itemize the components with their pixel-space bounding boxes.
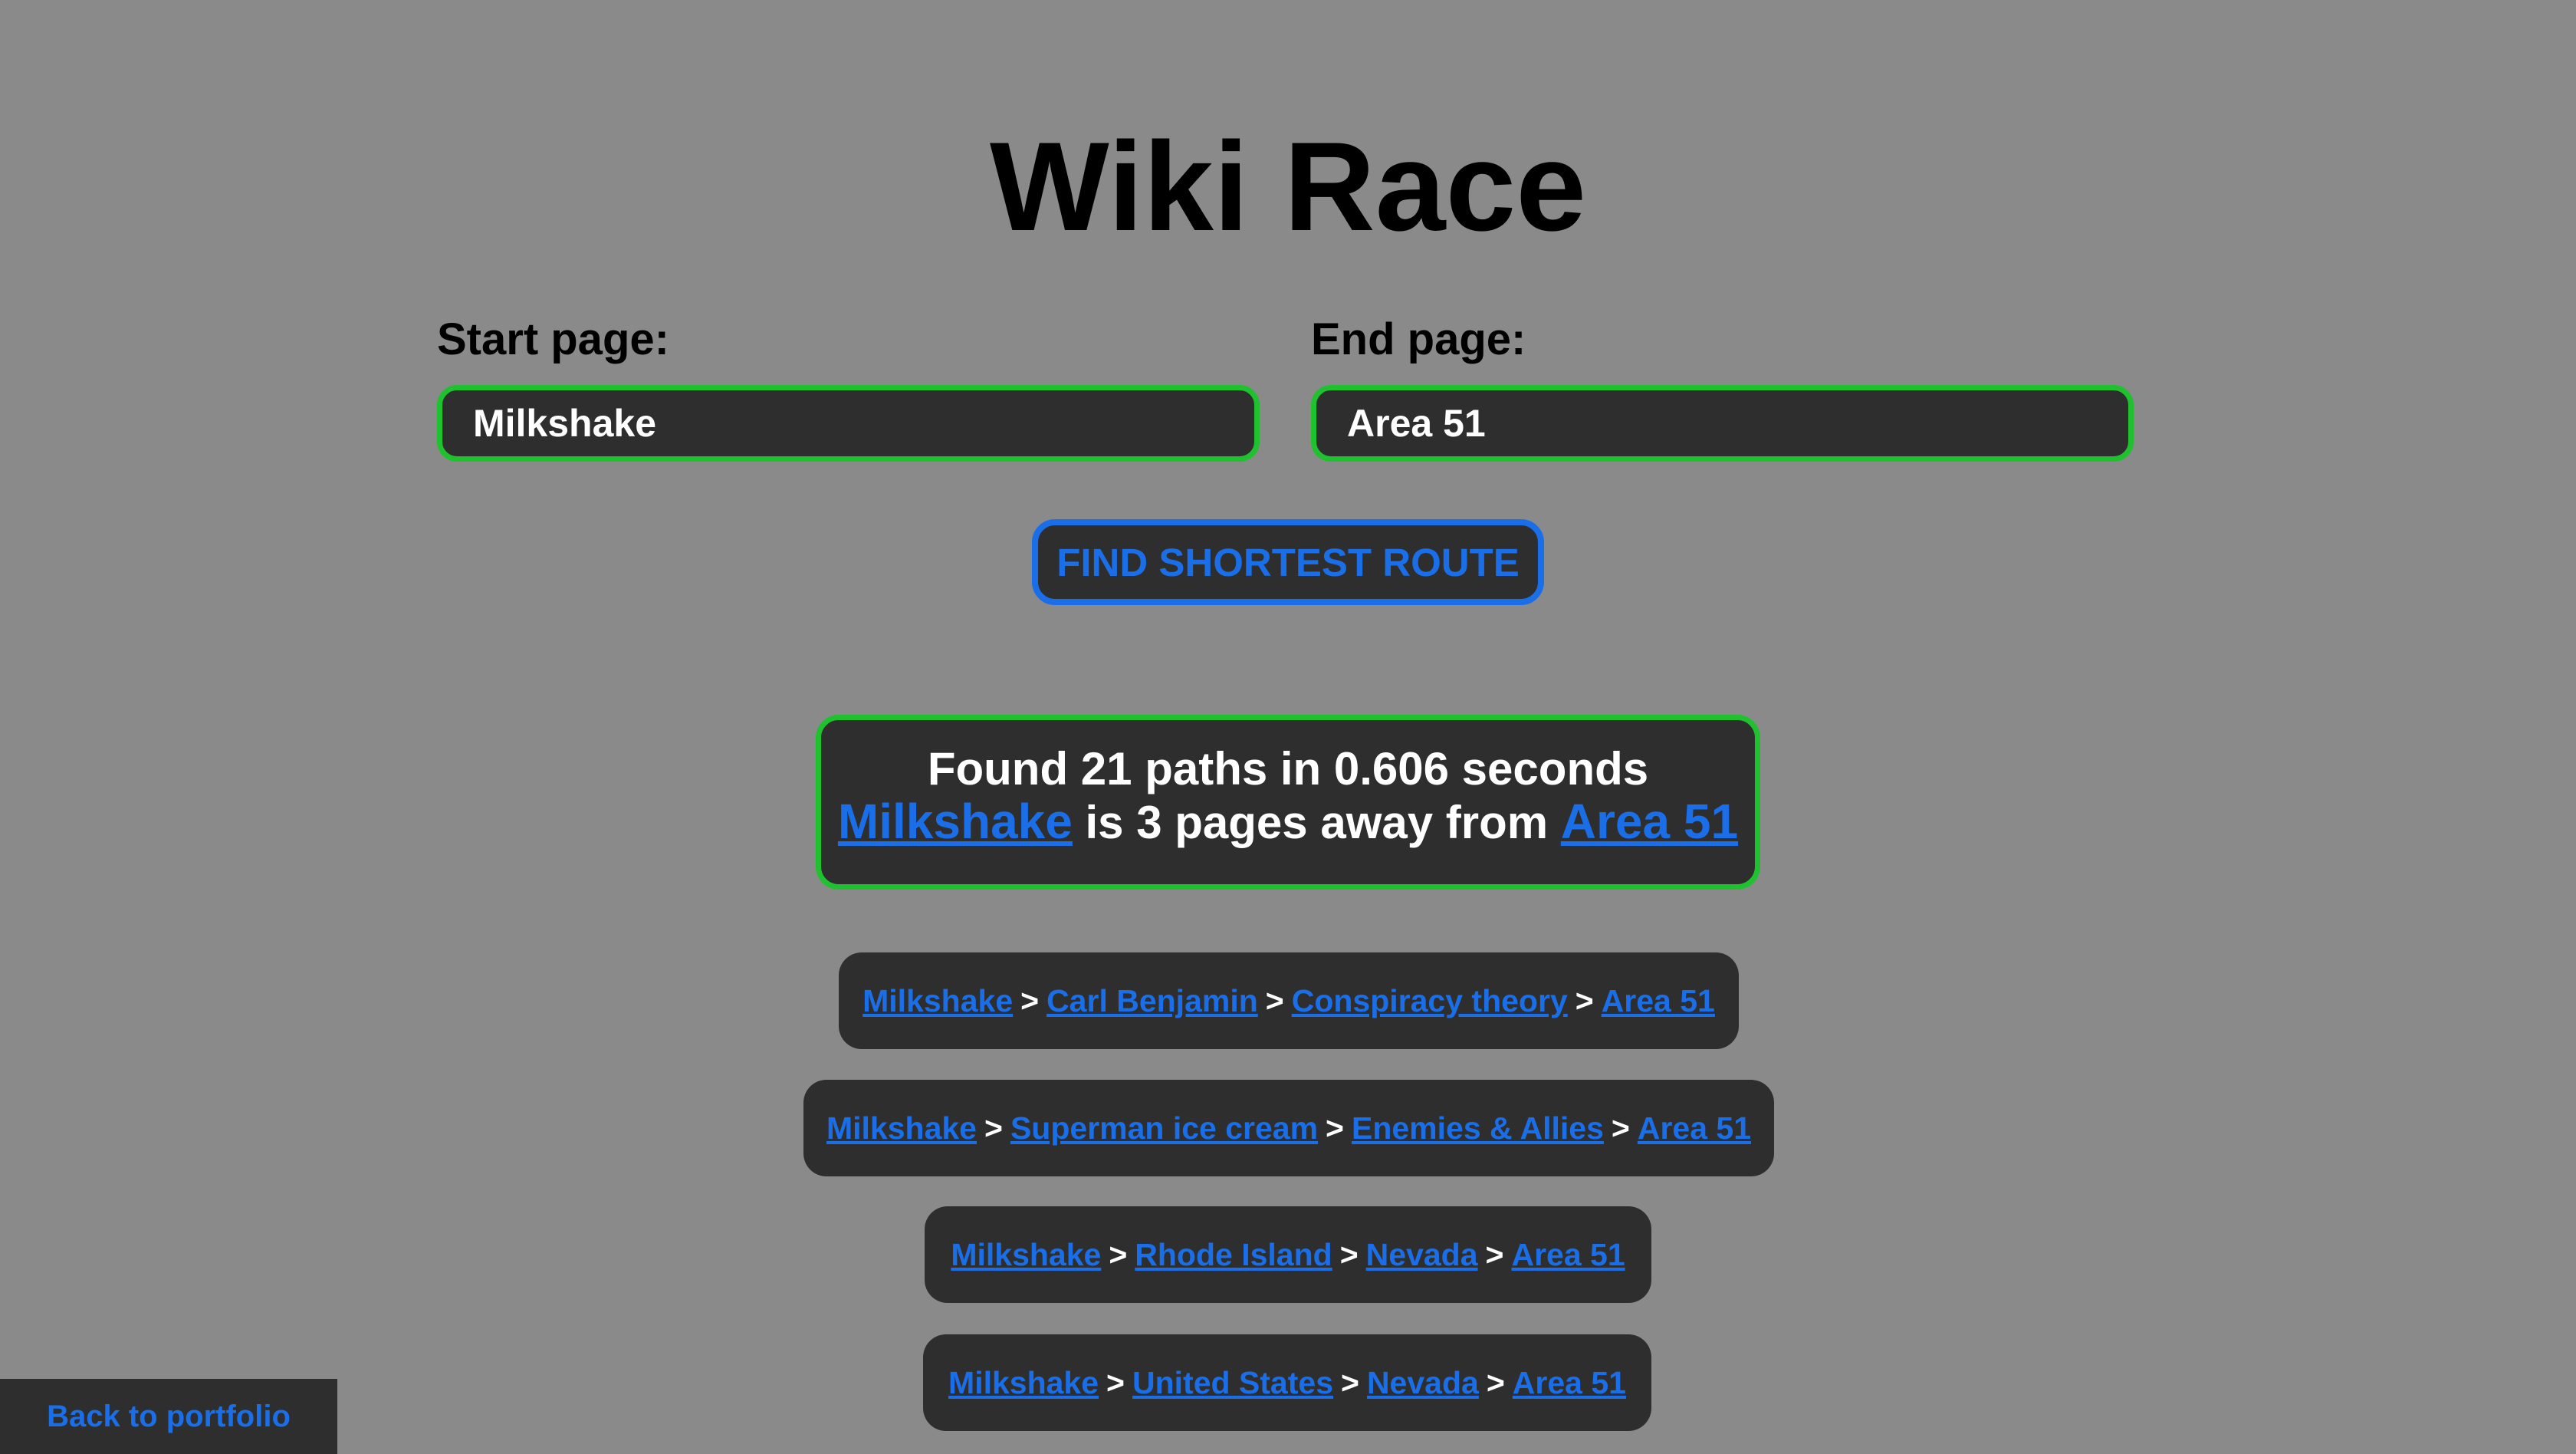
path-link[interactable]: Enemies & Allies xyxy=(1352,1110,1604,1146)
path-link[interactable]: United States xyxy=(1132,1365,1333,1400)
result-distance-text: is 3 pages away from xyxy=(1085,797,1549,848)
path-link[interactable]: Nevada xyxy=(1367,1365,1479,1400)
path-separator: > xyxy=(1106,1365,1125,1400)
back-to-portfolio-link[interactable]: Back to portfolio xyxy=(0,1379,337,1454)
start-page-label: Start page: xyxy=(437,314,669,364)
path-link[interactable]: Carl Benjamin xyxy=(1046,983,1258,1018)
path-link[interactable]: Area 51 xyxy=(1513,1365,1626,1400)
path-separator: > xyxy=(984,1110,1003,1146)
path-link[interactable]: Milkshake xyxy=(826,1110,977,1146)
path-link[interactable]: Nevada xyxy=(1366,1237,1478,1272)
path-link[interactable]: Milkshake xyxy=(948,1365,1099,1400)
path-separator: > xyxy=(1485,1237,1504,1272)
path-link[interactable]: Milkshake xyxy=(951,1237,1101,1272)
end-page-input[interactable] xyxy=(1311,385,2134,462)
result-end-link[interactable]: Area 51 xyxy=(1561,794,1738,849)
path-link[interactable]: Area 51 xyxy=(1638,1110,1751,1146)
path-separator: > xyxy=(1611,1110,1630,1146)
end-page-label: End page: xyxy=(1311,314,1526,364)
path-separator: > xyxy=(1326,1110,1344,1146)
start-page-input[interactable] xyxy=(437,385,1260,462)
path-link[interactable]: Area 51 xyxy=(1602,983,1715,1018)
path-separator: > xyxy=(1109,1237,1128,1272)
page-title: Wiki Race xyxy=(989,116,1587,257)
find-shortest-route-button[interactable]: FIND SHORTEST ROUTE xyxy=(1032,519,1544,605)
path-item: Milkshake > Carl Benjamin > Conspiracy theor… xyxy=(839,952,1739,1049)
result-distance-line: Milkshake is 3 pages away from Area 51 xyxy=(821,795,1755,849)
path-item: Milkshake > Superman ice cream > Enemies & A… xyxy=(803,1080,1774,1176)
path-link[interactable]: Milkshake xyxy=(863,983,1013,1018)
result-start-link[interactable]: Milkshake xyxy=(838,794,1073,849)
path-separator: > xyxy=(1341,1365,1359,1400)
path-separator: > xyxy=(1575,983,1594,1018)
path-separator: > xyxy=(1020,983,1040,1018)
path-item: Milkshake > Rhode Island > Nevada > Area 51 xyxy=(925,1206,1651,1303)
result-summary-text: Found 21 paths in 0.606 seconds xyxy=(927,743,1649,794)
path-link[interactable]: Conspiracy theory xyxy=(1292,983,1568,1018)
path-link[interactable]: Area 51 xyxy=(1511,1237,1625,1272)
path-link[interactable]: Superman ice cream xyxy=(1010,1110,1318,1146)
result-summary: Found 21 paths in 0.606 seconds Milkshak… xyxy=(816,715,1760,890)
path-link[interactable]: Rhode Island xyxy=(1135,1237,1332,1272)
path-separator: > xyxy=(1339,1237,1359,1272)
path-separator: > xyxy=(1486,1365,1505,1400)
path-item: Milkshake > United States > Nevada > Area 51 xyxy=(923,1334,1651,1431)
path-separator: > xyxy=(1265,983,1284,1018)
